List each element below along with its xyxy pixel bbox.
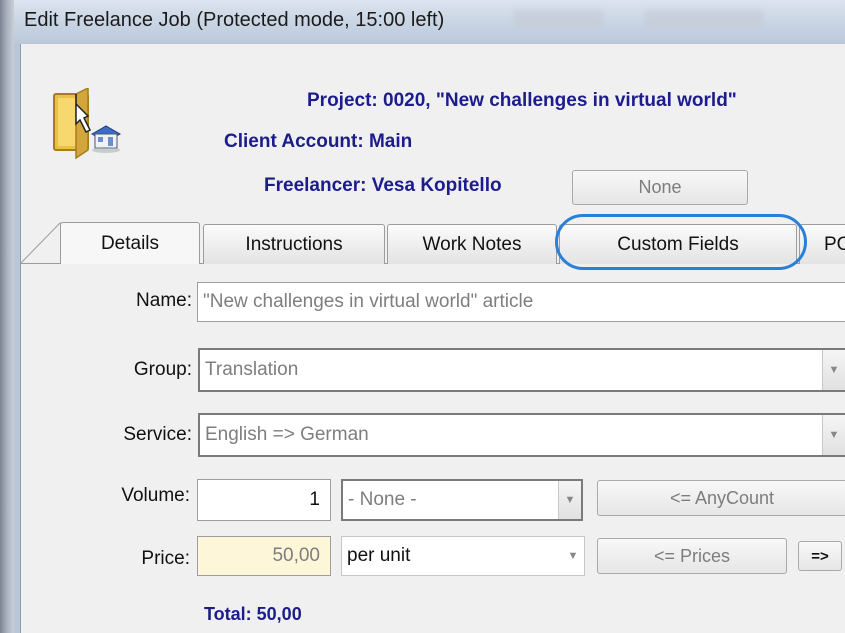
chevron-down-icon[interactable]: ▼ <box>562 537 584 575</box>
window-title: Edit Freelance Job (Protected mode, 15:0… <box>24 9 445 31</box>
title-bar-blur <box>644 10 764 28</box>
price-label: Price: <box>141 548 190 569</box>
custom-fields-highlight <box>555 214 807 270</box>
tab-details[interactable]: Details <box>60 222 200 264</box>
service-value: English => German <box>205 424 369 445</box>
service-label: Service: <box>123 424 192 445</box>
volume-unit-select[interactable]: - None - ▼ <box>341 479 583 521</box>
price-input[interactable]: 50,00 <box>197 536 331 576</box>
name-input[interactable]: "New challenges in virtual world" articl… <box>197 282 845 322</box>
prices-button[interactable]: <= Prices <box>597 538 787 574</box>
volume-label: Volume: <box>121 485 190 506</box>
group-select[interactable]: Translation ▼ <box>198 348 845 392</box>
chevron-down-icon[interactable]: ▼ <box>558 481 581 519</box>
price-unit-value: per unit <box>347 545 411 566</box>
service-select[interactable]: English => German ▼ <box>198 413 845 457</box>
title-bar[interactable]: Edit Freelance Job (Protected mode, 15:0… <box>14 0 845 44</box>
freelance-job-folder-icon <box>48 86 128 160</box>
apply-price-button[interactable]: => <box>798 541 842 571</box>
chevron-down-icon[interactable]: ▼ <box>822 350 845 390</box>
group-label: Group: <box>133 359 192 380</box>
volume-unit-value: - None - <box>348 489 417 510</box>
chevron-down-icon[interactable]: ▼ <box>822 415 845 455</box>
freelancer-name: Freelancer: Vesa Kopitello <box>264 175 502 196</box>
anycount-button[interactable]: <= AnyCount <box>597 480 845 516</box>
title-bar-blur <box>514 10 604 28</box>
tab-instructions[interactable]: Instructions <box>203 224 385 264</box>
client-account: Client Account: Main <box>224 131 413 152</box>
price-unit-select[interactable]: per unit ▼ <box>341 536 585 576</box>
group-value: Translation <box>205 359 299 380</box>
freelancer-none-button[interactable]: None <box>572 170 748 205</box>
tab-work-notes[interactable]: Work Notes <box>387 224 557 264</box>
background-window-edge <box>0 0 14 633</box>
total-amount: Total: 50,00 <box>204 604 302 624</box>
volume-input[interactable]: 1 <box>197 479 331 521</box>
name-label: Name: <box>136 290 192 311</box>
project-title: Project: 0020, "New challenges in virtua… <box>307 90 737 111</box>
